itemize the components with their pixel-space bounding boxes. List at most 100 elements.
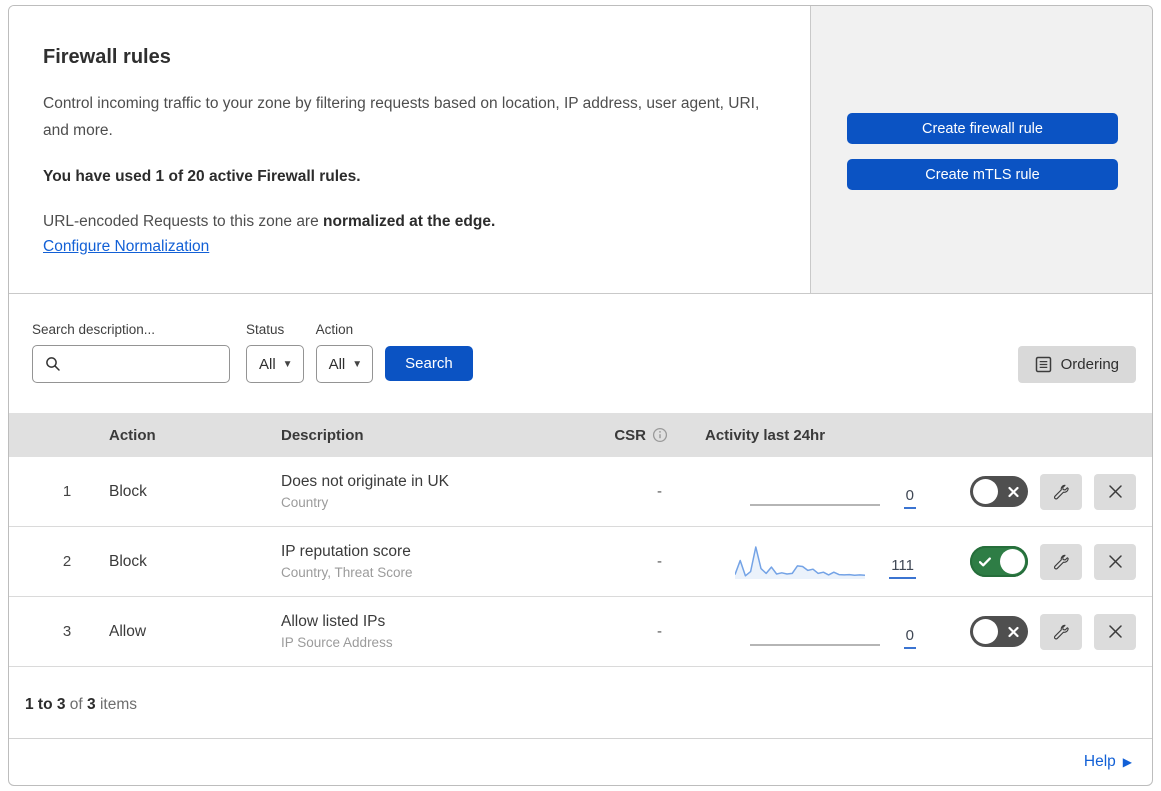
action-filter-group: Action All ▼ [315,322,374,383]
rule-description-cell: IP reputation score Country, Threat Scor… [281,543,566,580]
normalization-text-plain: URL-encoded Requests to this zone are [43,213,324,230]
activity-count-link[interactable]: 0 [903,487,916,509]
edit-rule-button[interactable] [1040,613,1082,650]
items-label: items [99,696,138,713]
close-icon [1108,485,1122,498]
status-selected-value: All [259,355,276,373]
rule-match-fields: IP Source Address [281,635,393,650]
header-text-block: Firewall rules Control incoming traffic … [9,6,810,293]
activity-count-link[interactable]: 111 [889,557,916,579]
wrench-icon [1053,554,1069,569]
column-header-csr: CSR [614,427,676,444]
rule-action: Block [109,552,147,570]
rule-description: Allow listed IPs [281,613,386,630]
actions-side-panel: Create firewall rule Create mTLS rule [810,6,1152,293]
activity-sparkline [749,475,880,509]
rule-priority: 1 [62,483,72,500]
toggle-x-icon [1008,486,1019,497]
chevron-down-icon: ▼ [352,358,363,370]
page-title: Firewall rules [43,46,171,68]
rule-description: IP reputation score [281,543,411,560]
configure-normalization-link[interactable]: Configure Normalization [43,238,209,255]
close-icon [1108,555,1122,568]
action-selected-value: All [328,355,346,373]
delete-rule-button[interactable] [1094,613,1136,650]
rule-enabled-toggle[interactable] [970,476,1028,507]
search-button[interactable]: Search [385,346,473,381]
column-header-description: Description [281,426,364,444]
rule-action: Allow [109,622,147,640]
ordering-button-label: Ordering [1060,356,1119,373]
toggle-knob [973,479,998,504]
items-of-label: of [69,696,83,713]
info-icon[interactable] [652,427,668,443]
table-header-row: Action Description CSR Activity last 24h… [9,413,1152,457]
rule-enabled-toggle[interactable] [970,546,1028,577]
ordering-button[interactable]: Ordering [1017,346,1136,383]
rule-activity-cell: 111 [676,545,956,579]
status-dropdown[interactable]: All ▼ [246,345,304,383]
edit-rule-button[interactable] [1040,543,1082,580]
delete-rule-button[interactable] [1094,543,1136,580]
rule-csr-value: - [657,623,662,640]
items-total: 3 [87,696,96,713]
search-input[interactable] [67,347,225,381]
close-icon [1108,625,1122,638]
help-link[interactable]: Help ▶ [1084,753,1132,771]
search-group: Search description... [32,322,230,383]
toggle-knob [1000,549,1025,574]
rule-description-cell: Does not originate in UK Country [281,473,566,510]
rule-enabled-toggle[interactable] [970,616,1028,647]
status-label: Status [246,322,285,337]
filter-bar: Search description... Status All ▼ Actio… [9,294,1152,413]
items-count: 1 to 3 of 3 items [9,667,1152,739]
search-description-label: Search description... [32,322,156,337]
rule-priority: 3 [62,623,72,640]
chevron-down-icon: ▼ [282,358,293,370]
rule-controls [956,543,1136,580]
toggle-check-icon [978,556,991,567]
toggle-knob [973,619,998,644]
rule-match-fields: Country, Threat Score [281,565,413,580]
search-box [32,345,230,383]
delete-rule-button[interactable] [1094,473,1136,510]
column-header-action: Action [109,426,156,444]
help-link-label: Help [1083,753,1116,770]
column-header-activity: Activity last 24hr [705,426,826,444]
table-row: 1 Block Does not originate in UK Country… [9,457,1152,527]
rule-description: Does not originate in UK [281,473,450,490]
rule-controls [956,473,1136,510]
search-icon [46,357,60,371]
normalization-text: URL-encoded Requests to this zone are no… [43,213,770,231]
normalization-text-bold: normalized at the edge. [323,213,496,230]
ordering-list-icon [1035,356,1051,373]
edit-rule-button[interactable] [1040,473,1082,510]
create-firewall-rule-button[interactable]: Create firewall rule [847,113,1118,144]
activity-sparkline [734,545,866,579]
action-label: Action [315,322,354,337]
rule-match-fields: Country [281,495,329,510]
usage-summary: You have used 1 of 20 active Firewall ru… [43,168,361,185]
table-row: 3 Allow Allow listed IPs IP Source Addre… [9,597,1152,667]
rule-csr-value: - [657,483,662,500]
rule-description-cell: Allow listed IPs IP Source Address [281,613,566,650]
rule-activity-cell: 0 [676,615,956,649]
wrench-icon [1053,624,1069,639]
help-arrow-icon: ▶ [1122,755,1132,769]
rule-csr-value: - [657,553,662,570]
status-filter-group: Status All ▼ [246,322,304,383]
rule-action: Block [109,482,147,500]
activity-count-link[interactable]: 0 [903,627,916,649]
rule-priority: 2 [62,553,72,570]
rule-controls [956,613,1136,650]
csr-header-label: CSR [614,426,646,444]
firewall-rules-panel: Firewall rules Control incoming traffic … [8,5,1153,786]
wrench-icon [1053,484,1069,499]
table-row: 2 Block IP reputation score Country, Thr… [9,527,1152,597]
help-bar: Help ▶ [9,739,1152,785]
rule-activity-cell: 0 [676,475,956,509]
action-dropdown[interactable]: All ▼ [315,345,374,383]
items-range: 1 to 3 [25,696,66,713]
create-mtls-rule-button[interactable]: Create mTLS rule [847,159,1118,190]
activity-sparkline [749,615,880,649]
